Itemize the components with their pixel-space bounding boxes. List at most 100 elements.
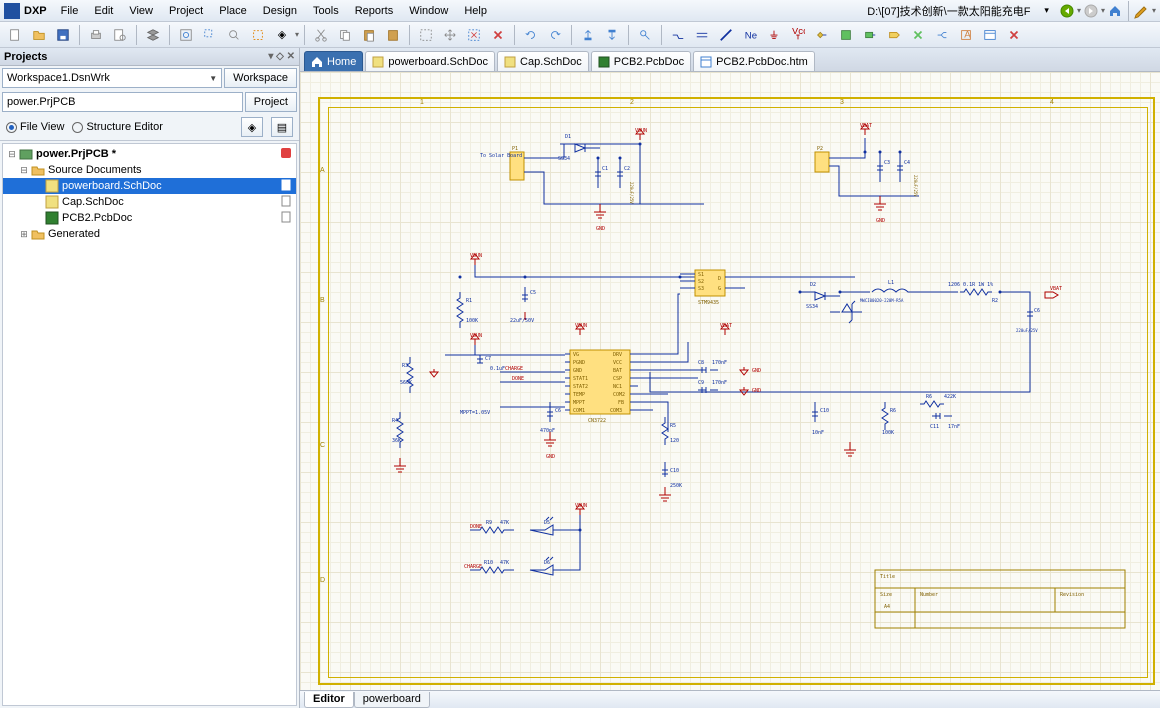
bottom-tab-editor[interactable]: Editor — [304, 692, 354, 708]
copy-icon[interactable] — [334, 24, 356, 46]
svg-text:CHARGE: CHARGE — [464, 564, 482, 570]
redo-icon[interactable] — [544, 24, 566, 46]
print-icon[interactable] — [85, 24, 107, 46]
deselect-icon[interactable] — [463, 24, 485, 46]
panel-opt1-icon[interactable]: ◈ — [241, 117, 263, 137]
tree-generated[interactable]: ⊞ Generated — [3, 226, 296, 242]
panel-opt2-icon[interactable]: ▤ — [271, 117, 293, 137]
menu-project[interactable]: Project — [161, 3, 211, 19]
paste-special-icon[interactable] — [382, 24, 404, 46]
svg-text:D2: D2 — [810, 282, 816, 288]
project-icon — [19, 147, 33, 161]
svg-text:To Solar Board: To Solar Board — [480, 153, 522, 159]
zoom-fit-icon[interactable] — [175, 24, 197, 46]
file-view-radio[interactable]: File View — [6, 121, 64, 133]
tree-project-root[interactable]: ⊟ power.PrjPCB * — [3, 146, 296, 162]
clear-icon[interactable] — [487, 24, 509, 46]
svg-text:A4: A4 — [884, 604, 890, 610]
port-icon[interactable] — [883, 24, 905, 46]
svg-text:GND: GND — [573, 368, 582, 374]
layers-icon[interactable] — [142, 24, 164, 46]
nav-fwd-icon[interactable] — [1083, 3, 1099, 19]
marquee-icon[interactable] — [415, 24, 437, 46]
select-icon[interactable] — [247, 24, 269, 46]
editor-area: Home powerboard.SchDoc Cap.SchDoc PCB2.P… — [300, 48, 1160, 708]
noerc-icon[interactable] — [907, 24, 929, 46]
svg-text:220uF/25V: 220uF/25V — [1016, 328, 1038, 333]
sheetentry-icon[interactable] — [859, 24, 881, 46]
project-combo[interactable]: power.PrjPCB — [2, 92, 243, 112]
app-name[interactable]: DXP — [24, 5, 47, 17]
layers2-icon[interactable]: ◈ — [271, 24, 293, 46]
menu-help[interactable]: Help — [456, 3, 495, 19]
paste-icon[interactable] — [358, 24, 380, 46]
browse-icon[interactable] — [979, 24, 1001, 46]
svg-text:DRV: DRV — [613, 352, 622, 358]
vcc-icon[interactable]: Vcc — [787, 24, 809, 46]
hierarchy-down-icon[interactable] — [601, 24, 623, 46]
netlabel-icon[interactable]: Net — [739, 24, 761, 46]
cut-icon[interactable] — [310, 24, 332, 46]
svg-text:FB: FB — [618, 400, 624, 406]
svg-text:VBAT: VBAT — [1050, 286, 1062, 292]
svg-text:Number: Number — [920, 592, 938, 598]
zoom-sel-icon[interactable] — [223, 24, 245, 46]
menu-edit[interactable]: Edit — [86, 3, 121, 19]
move-icon[interactable] — [439, 24, 461, 46]
pencil-icon[interactable] — [1134, 3, 1150, 19]
harness-icon[interactable] — [931, 24, 953, 46]
tab-powerboard[interactable]: powerboard.SchDoc — [365, 51, 495, 71]
part-icon[interactable] — [811, 24, 833, 46]
svg-text:C8: C8 — [698, 360, 704, 366]
menu-bar: DXP File Edit View Project Place Design … — [0, 0, 1160, 22]
crossprobe-icon[interactable] — [634, 24, 656, 46]
project-tree[interactable]: ⊟ power.PrjPCB * ⊟ Source Documents powe… — [2, 143, 297, 706]
busentry-icon[interactable] — [715, 24, 737, 46]
svg-text:GND: GND — [752, 388, 761, 394]
bottom-tab-powerboard[interactable]: powerboard — [354, 692, 430, 708]
bus-icon[interactable] — [691, 24, 713, 46]
workspace-button[interactable]: Workspace — [224, 68, 297, 88]
panel-controls[interactable]: ▾ ◇ ✕ — [268, 51, 295, 62]
tab-pcb2[interactable]: PCB2.PcbDoc — [591, 51, 691, 71]
menu-design[interactable]: Design — [255, 3, 305, 19]
tab-home[interactable]: Home — [304, 51, 363, 71]
save-icon[interactable] — [52, 24, 74, 46]
tab-pcb2htm[interactable]: PCB2.PcbDoc.htm — [693, 51, 815, 71]
structure-editor-radio[interactable]: Structure Editor — [72, 121, 162, 133]
svg-text:VG: VG — [573, 352, 579, 358]
block-input-solar: VSUN P1 To Solar Board D1 SS34 C1 C2 220… — [480, 128, 704, 232]
annotate-icon[interactable]: A — [955, 24, 977, 46]
menu-file[interactable]: File — [53, 3, 87, 19]
zoom-area-icon[interactable] — [199, 24, 221, 46]
tree-doc-cap[interactable]: Cap.SchDoc — [3, 194, 296, 210]
wire-icon[interactable] — [667, 24, 689, 46]
project-button[interactable]: Project — [245, 92, 297, 112]
nav-back-icon[interactable] — [1059, 3, 1075, 19]
svg-text:MPPT: MPPT — [573, 400, 585, 406]
home-icon[interactable] — [1107, 3, 1123, 19]
svg-text:Title: Title — [880, 574, 895, 580]
tree-source-docs[interactable]: ⊟ Source Documents — [3, 162, 296, 178]
preview-icon[interactable] — [109, 24, 131, 46]
tab-cap[interactable]: Cap.SchDoc — [497, 51, 589, 71]
undo-icon[interactable] — [520, 24, 542, 46]
hierarchy-up-icon[interactable] — [577, 24, 599, 46]
menu-place[interactable]: Place — [211, 3, 255, 19]
sheet-icon[interactable] — [835, 24, 857, 46]
menu-window[interactable]: Window — [401, 3, 456, 19]
open-icon[interactable] — [28, 24, 50, 46]
svg-text:L1: L1 — [888, 280, 894, 286]
schematic-canvas[interactable]: 1 2 3 4 A B C D VSUN P1 To Solar Board — [300, 72, 1160, 690]
new-icon[interactable] — [4, 24, 26, 46]
workspace-combo[interactable]: Workspace1.DsnWrk▼ — [2, 68, 222, 88]
menu-reports[interactable]: Reports — [347, 3, 402, 19]
delete-icon[interactable] — [1003, 24, 1025, 46]
projects-panel-header[interactable]: Projects ▾ ◇ ✕ — [0, 48, 299, 66]
sch-icon — [45, 195, 59, 209]
tree-doc-powerboard[interactable]: powerboard.SchDoc — [3, 178, 296, 194]
tree-doc-pcb2[interactable]: PCB2.PcbDoc — [3, 210, 296, 226]
gnd-icon[interactable] — [763, 24, 785, 46]
menu-tools[interactable]: Tools — [305, 3, 347, 19]
menu-view[interactable]: View — [121, 3, 161, 19]
